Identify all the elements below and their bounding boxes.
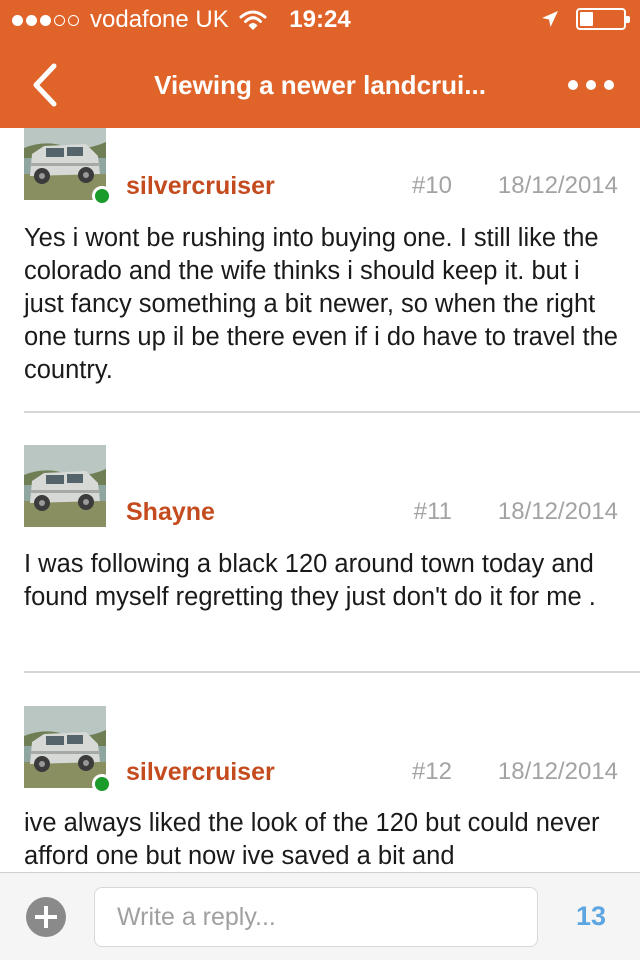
online-indicator-icon xyxy=(92,774,112,794)
post-username[interactable]: silvercruiser xyxy=(126,171,275,201)
reply-bar: 13 xyxy=(0,872,640,960)
posts-list[interactable]: silvercruiser #10 18/12/2014 Yes i wont … xyxy=(0,128,640,872)
avatar[interactable] xyxy=(24,706,112,794)
more-dot xyxy=(604,80,614,90)
status-right xyxy=(540,8,630,30)
more-options-icon[interactable] xyxy=(560,70,614,100)
avatar-image xyxy=(24,445,106,527)
more-dot xyxy=(586,80,596,90)
reply-field-wrapper xyxy=(94,887,538,947)
post-date: 18/12/2014 xyxy=(497,498,618,525)
post: Shayne #11 18/12/2014 I was following a … xyxy=(0,413,640,673)
post-number[interactable]: #10 xyxy=(400,171,452,201)
page-title: Viewing a newer landcrui... xyxy=(154,70,486,100)
post: silvercruiser #12 18/12/2014 ive always … xyxy=(0,673,640,872)
post-number[interactable]: #11 xyxy=(400,497,452,527)
post-text: I was following a black 120 around town … xyxy=(24,550,596,611)
post-username[interactable]: Shayne xyxy=(126,497,215,527)
location-arrow-icon xyxy=(542,11,558,27)
battery-icon xyxy=(576,8,630,30)
add-attachment-icon[interactable] xyxy=(26,897,66,937)
page-count-button[interactable]: 13 xyxy=(552,900,630,932)
post-username[interactable]: silvercruiser xyxy=(126,757,275,787)
post-date: 18/12/2014 xyxy=(497,172,618,199)
reply-input[interactable] xyxy=(95,888,537,946)
back-chevron-icon[interactable] xyxy=(26,60,66,110)
battery-level xyxy=(580,12,593,26)
status-bar: vodafone UK 19:24 xyxy=(0,0,640,40)
more-dot xyxy=(568,80,578,90)
post-number[interactable]: #12 xyxy=(400,757,452,787)
post: silvercruiser #10 18/12/2014 Yes i wont … xyxy=(0,128,640,413)
post-text: ive always liked the look of the 120 but… xyxy=(24,809,600,870)
navigation-bar: Viewing a newer landcrui... xyxy=(0,40,640,128)
post-text: Yes i wont be rushing into buying one. I… xyxy=(24,224,618,384)
avatar[interactable] xyxy=(24,128,112,206)
post-date: 18/12/2014 xyxy=(497,758,618,785)
avatar[interactable] xyxy=(24,445,106,527)
online-indicator-icon xyxy=(92,186,112,206)
avatar-image xyxy=(24,706,106,788)
header: vodafone UK 19:24 Viewing a newer landcr… xyxy=(0,0,640,128)
